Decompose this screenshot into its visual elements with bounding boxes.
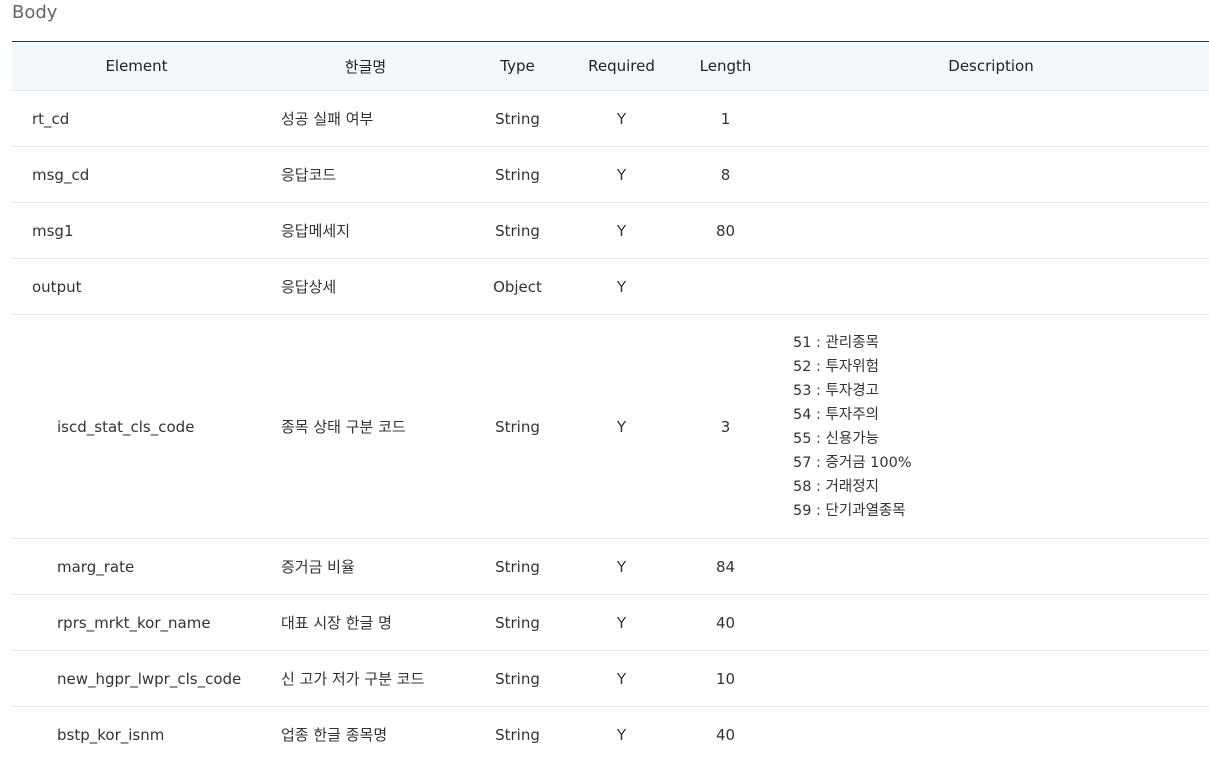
- cell-type: String: [470, 539, 565, 595]
- description-line: 58 : 거래정지: [793, 475, 1209, 499]
- cell-element: marg_rate: [12, 539, 261, 595]
- cell-length: 80: [678, 203, 773, 259]
- description-line: 51 : 관리종목: [793, 331, 1209, 355]
- cell-type: String: [470, 595, 565, 651]
- cell-korean: 증거금 비율: [261, 539, 470, 595]
- header-row: Element 한글명 Type Required Length Descrip…: [12, 42, 1209, 91]
- cell-length: [678, 259, 773, 315]
- cell-description: 51 : 관리종목 52 : 투자위험 53 : 투자경고 54 : 투자주의 …: [773, 315, 1209, 539]
- table-row: new_hgpr_lwpr_cls_code 신 고가 저가 구분 코드 Str…: [12, 651, 1209, 707]
- cell-korean: 응답상세: [261, 259, 470, 315]
- description-line: 52 : 투자위험: [793, 355, 1209, 379]
- cell-description: [773, 595, 1209, 651]
- description-line: 57 : 증거금 100%: [793, 451, 1209, 475]
- cell-length: 40: [678, 707, 773, 762]
- table-row: msg1 응답메세지 String Y 80: [12, 203, 1209, 259]
- cell-description: [773, 91, 1209, 147]
- cell-description: [773, 203, 1209, 259]
- cell-required: Y: [565, 539, 678, 595]
- cell-description: [773, 651, 1209, 707]
- description-line: 54 : 투자주의: [793, 403, 1209, 427]
- cell-length: 40: [678, 595, 773, 651]
- cell-type: Object: [470, 259, 565, 315]
- cell-element: msg1: [12, 203, 261, 259]
- cell-length: 10: [678, 651, 773, 707]
- header-korean: 한글명: [261, 42, 470, 91]
- cell-korean: 응답코드: [261, 147, 470, 203]
- table-row: output 응답상세 Object Y: [12, 259, 1209, 315]
- cell-element: bstp_kor_isnm: [12, 707, 261, 762]
- cell-length: 3: [678, 315, 773, 539]
- cell-required: Y: [565, 147, 678, 203]
- table-row: bstp_kor_isnm 업종 한글 종목명 String Y 40: [12, 707, 1209, 762]
- cell-length: 84: [678, 539, 773, 595]
- cell-type: String: [470, 707, 565, 762]
- table-row: iscd_stat_cls_code 종목 상태 구분 코드 String Y …: [12, 315, 1209, 539]
- cell-type: String: [470, 147, 565, 203]
- cell-required: Y: [565, 651, 678, 707]
- table-row: rprs_mrkt_kor_name 대표 시장 한글 명 String Y 4…: [12, 595, 1209, 651]
- cell-required: Y: [565, 315, 678, 539]
- table-body: rt_cd 성공 실패 여부 String Y 1 msg_cd 응답코드 St…: [12, 91, 1209, 762]
- table-header: Element 한글명 Type Required Length Descrip…: [12, 42, 1209, 91]
- cell-type: String: [470, 315, 565, 539]
- section-title: Body: [12, 2, 57, 23]
- cell-element: rprs_mrkt_kor_name: [12, 595, 261, 651]
- header-required: Required: [565, 42, 678, 91]
- cell-length: 8: [678, 147, 773, 203]
- description-line: 55 : 신용가능: [793, 427, 1209, 451]
- cell-description: [773, 707, 1209, 762]
- cell-description: [773, 147, 1209, 203]
- cell-description: [773, 539, 1209, 595]
- cell-korean: 업종 한글 종목명: [261, 707, 470, 762]
- cell-type: String: [470, 91, 565, 147]
- cell-type: String: [470, 651, 565, 707]
- header-type: Type: [470, 42, 565, 91]
- cell-korean: 응답메세지: [261, 203, 470, 259]
- body-table-container: Element 한글명 Type Required Length Descrip…: [12, 41, 1209, 762]
- description-line: 53 : 투자경고: [793, 379, 1209, 403]
- cell-korean: 대표 시장 한글 명: [261, 595, 470, 651]
- cell-element: output: [12, 259, 261, 315]
- cell-required: Y: [565, 259, 678, 315]
- header-description: Description: [773, 42, 1209, 91]
- cell-korean: 성공 실패 여부: [261, 91, 470, 147]
- cell-description: [773, 259, 1209, 315]
- header-length: Length: [678, 42, 773, 91]
- table-row: msg_cd 응답코드 String Y 8: [12, 147, 1209, 203]
- table-row: rt_cd 성공 실패 여부 String Y 1: [12, 91, 1209, 147]
- cell-korean: 종목 상태 구분 코드: [261, 315, 470, 539]
- cell-required: Y: [565, 595, 678, 651]
- cell-element: msg_cd: [12, 147, 261, 203]
- cell-required: Y: [565, 707, 678, 762]
- description-line: 59 : 단기과열종목: [793, 499, 1209, 523]
- body-table: Element 한글명 Type Required Length Descrip…: [12, 41, 1209, 762]
- cell-type: String: [470, 203, 565, 259]
- cell-length: 1: [678, 91, 773, 147]
- header-element: Element: [12, 42, 261, 91]
- cell-element: rt_cd: [12, 91, 261, 147]
- table-row: marg_rate 증거금 비율 String Y 84: [12, 539, 1209, 595]
- cell-element: iscd_stat_cls_code: [12, 315, 261, 539]
- cell-korean: 신 고가 저가 구분 코드: [261, 651, 470, 707]
- cell-required: Y: [565, 91, 678, 147]
- cell-element: new_hgpr_lwpr_cls_code: [12, 651, 261, 707]
- cell-required: Y: [565, 203, 678, 259]
